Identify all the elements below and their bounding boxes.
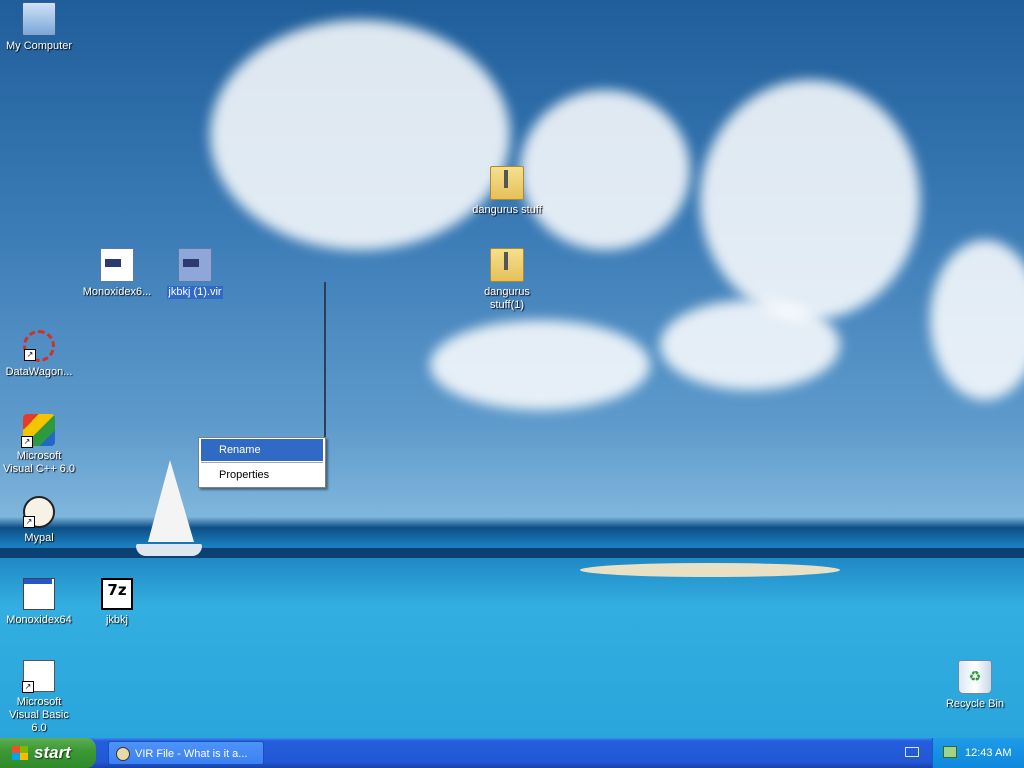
clock[interactable]: 12:43 AM [965,738,1011,768]
start-button[interactable]: start [0,738,96,768]
wallpaper-cloud [660,300,840,390]
wallpaper-sailboat-sail [148,460,194,542]
taskbar-button-vir-file[interactable]: VIR File - What is it a... [108,741,264,765]
icon-label: Recycle Bin [945,698,1005,710]
keyboard-icon[interactable] [905,747,919,757]
icon-label: jkbkj (1).vir [167,286,223,299]
desktop-icon-jkbkj[interactable]: 7z jkbkj [78,578,156,627]
computer-icon [22,2,56,36]
desktop-icon-monoxidex64[interactable]: Monoxidex64 [0,578,78,627]
shortcut-arrow-icon: ↗ [23,516,35,528]
shortcut-arrow-icon: ↗ [21,436,33,448]
wallpaper-cloud [930,240,1024,400]
shortcut-arrow-icon: ↗ [22,681,34,693]
windows-logo-icon [12,746,28,760]
browser-icon [116,747,130,761]
desktop-icon-datawagon[interactable]: ↗ DataWagon... [0,330,78,379]
visual-studio-icon: ↗ [21,414,55,448]
datawagon-icon: ↗ [23,330,55,362]
desktop-background[interactable]: My Computer Monoxidex6... jkbkj (1).vir … [0,0,1024,738]
mypal-raccoon-icon: ↗ [23,496,55,528]
desktop-icon-recycle-bin[interactable]: ♻ Recycle Bin [936,660,1014,711]
desktop-icon-visual-cpp[interactable]: ↗ Microsoft Visual C++ 6.0 [0,414,78,476]
icon-label: jkbkj [105,614,128,626]
menu-item-rename[interactable]: Rename [201,439,323,461]
7zip-icon: 7z [101,578,133,610]
system-tray: 12:43 AM [932,738,1024,768]
menu-item-properties[interactable]: Properties [201,464,323,486]
application-window-icon [23,578,55,610]
taskbar: start VIR File - What is it a... 12:43 A… [0,738,1024,768]
icon-label: Monoxidex64 [6,614,72,626]
desktop-icon-jkbkj-vir-file[interactable]: jkbkj (1).vir [156,248,234,299]
desktop-icon-my-computer[interactable]: My Computer [0,2,78,53]
visual-basic-icon: ↗ [22,660,55,693]
document-icon [178,248,212,282]
taskbar-button-label: VIR File - What is it a... [135,748,248,760]
menu-separator [201,462,323,463]
wallpaper-island [580,563,840,577]
wallpaper-cloud [700,80,920,320]
icon-label: DataWagon... [5,366,73,378]
zip-folder-icon [490,166,524,200]
recycle-bin-icon: ♻ [958,660,992,694]
shortcut-arrow-icon: ↗ [24,349,36,361]
desktop-icon-monoxidex6-file[interactable]: Monoxidex6... [78,248,156,299]
desktop-icon-dangurus-stuff[interactable]: dangurus stuff [468,166,546,217]
start-label: start [34,743,71,762]
icon-label: Monoxidex6... [82,286,152,298]
icon-label: Microsoft Visual Basic 6.0 [9,696,69,734]
icon-label: My Computer [5,40,73,52]
wallpaper-sailboat-hull [136,544,202,556]
network-icon[interactable] [943,746,957,758]
desktop-icon-mypal[interactable]: ↗ Mypal [0,496,78,545]
context-menu: Rename Properties [198,437,326,488]
document-icon [100,248,134,282]
wallpaper-cloud [430,320,650,410]
icon-label: Microsoft Visual C++ 6.0 [3,450,75,475]
wallpaper-cloud [210,20,510,250]
desktop-icon-visual-basic[interactable]: ↗ Microsoft Visual Basic 6.0 [0,660,78,735]
desktop-icon-dangurus-stuff-1[interactable]: dangurus stuff(1) [468,248,546,312]
icon-label: dangurus stuff [472,204,542,216]
icon-label: dangurus stuff(1) [484,286,530,311]
zip-folder-icon [490,248,524,282]
icon-label: Mypal [24,532,54,544]
